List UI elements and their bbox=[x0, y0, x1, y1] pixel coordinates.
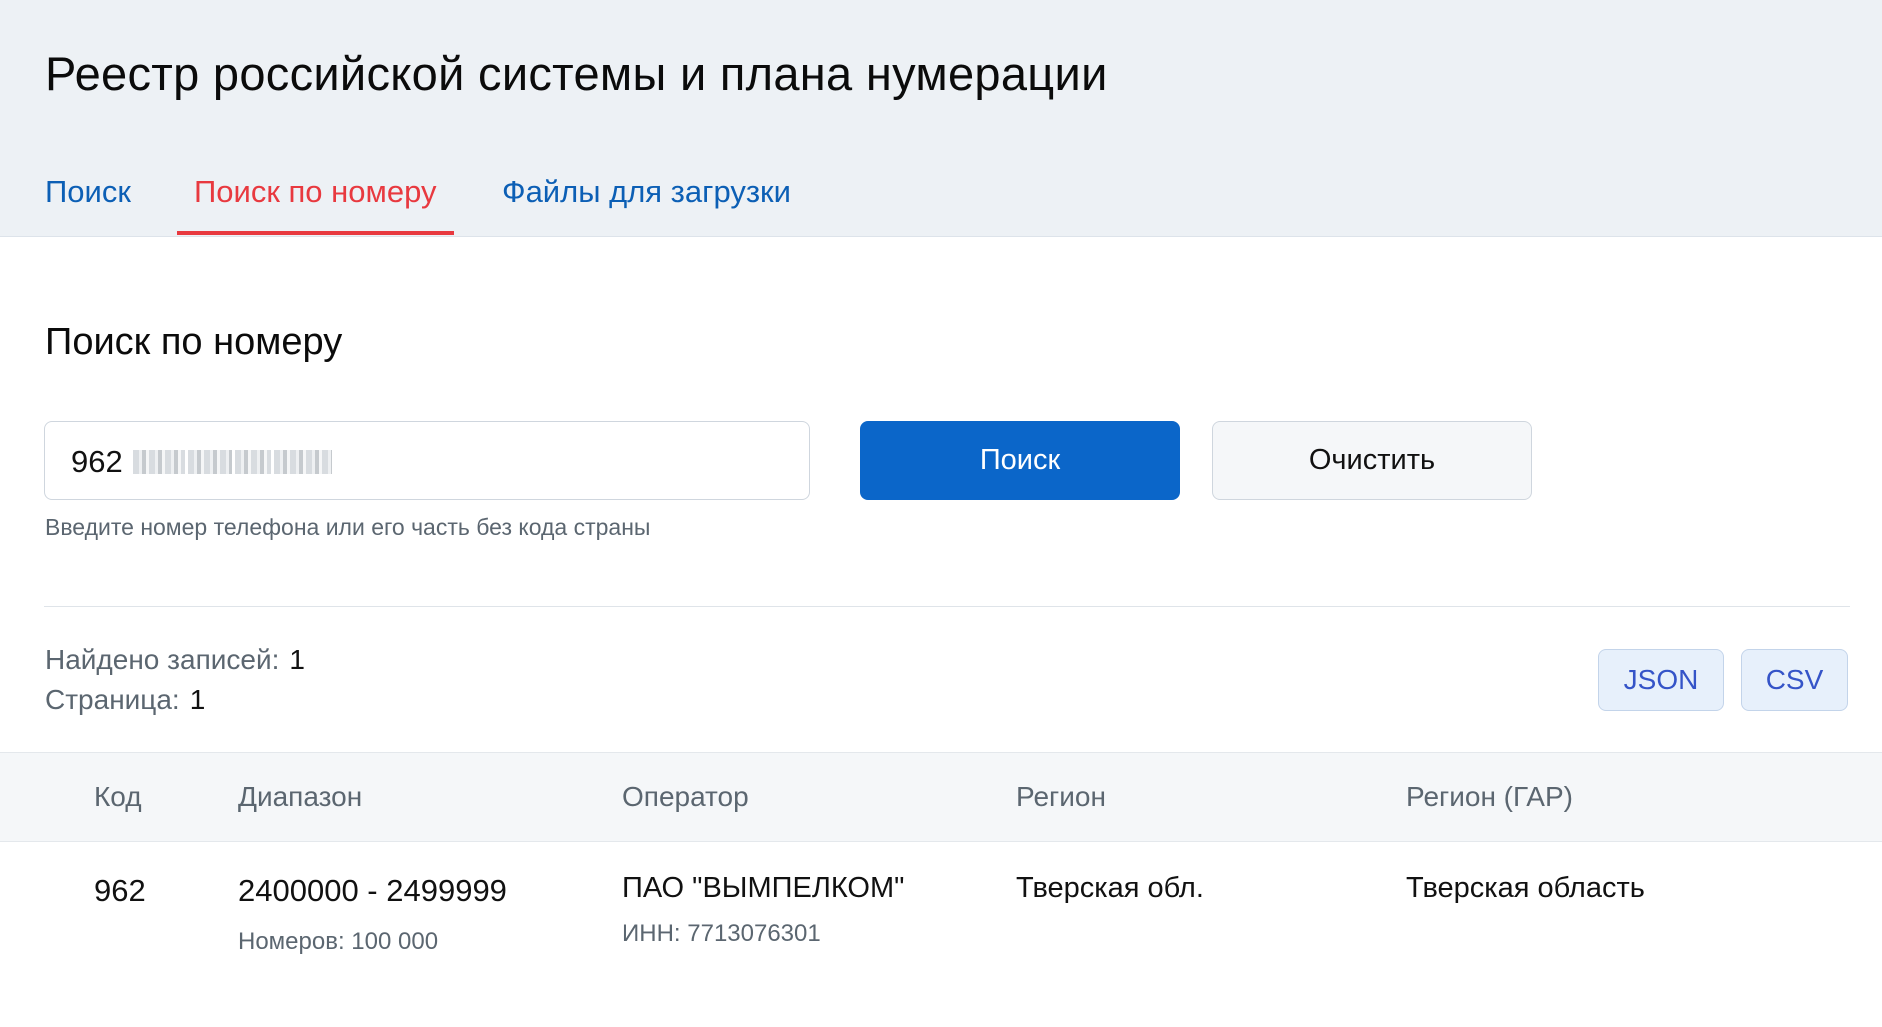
redacted-digits bbox=[133, 450, 335, 474]
search-button[interactable]: Поиск bbox=[860, 421, 1180, 500]
records-found: Найдено записей: 1 bbox=[45, 644, 305, 676]
export-csv-button[interactable]: CSV bbox=[1741, 649, 1848, 711]
cell-operator: ПАО "ВЫМПЕЛКОМ" bbox=[622, 872, 905, 904]
cell-code: 962 bbox=[94, 873, 146, 908]
divider bbox=[44, 606, 1850, 607]
cell-operator-inn: ИНН: 7713076301 bbox=[622, 920, 821, 947]
column-header-region-gar: Регион (ГАР) bbox=[1406, 781, 1573, 812]
phone-number-input[interactable]: 962 bbox=[44, 421, 810, 500]
cell-region: Тверская обл. bbox=[1016, 872, 1204, 904]
tab-download-files[interactable]: Файлы для загрузки bbox=[502, 174, 791, 210]
page-title: Реестр российской системы и плана нумера… bbox=[45, 47, 1108, 100]
records-found-value: 1 bbox=[289, 644, 305, 675]
column-header-operator: Оператор bbox=[622, 781, 749, 812]
tab-search[interactable]: Поиск bbox=[45, 174, 131, 210]
cell-range: 2400000 - 2499999 bbox=[238, 873, 507, 908]
table-header: Код Диапазон Оператор Регион Регион (ГАР… bbox=[0, 752, 1882, 842]
column-header-range: Диапазон bbox=[238, 781, 363, 812]
cell-range-count: Номеров: 100 000 bbox=[238, 928, 439, 955]
records-found-label: Найдено записей: bbox=[45, 644, 280, 675]
page-header: Реестр российской системы и плана нумера… bbox=[0, 0, 1882, 237]
page-label: Страница: bbox=[45, 684, 180, 715]
input-hint: Введите номер телефона или его часть без… bbox=[45, 514, 651, 540]
cell-region-gar: Тверская область bbox=[1406, 872, 1645, 904]
active-tab-indicator bbox=[177, 231, 454, 235]
section-title: Поиск по номеру bbox=[45, 321, 343, 363]
page-indicator: Страница: 1 bbox=[45, 684, 205, 716]
clear-button[interactable]: Очистить bbox=[1212, 421, 1532, 500]
column-header-region: Регион bbox=[1016, 781, 1106, 812]
export-json-button[interactable]: JSON bbox=[1598, 649, 1724, 711]
phone-input-value: 962 bbox=[71, 444, 123, 479]
column-header-code: Код bbox=[94, 781, 142, 812]
tab-search-by-number[interactable]: Поиск по номеру bbox=[194, 174, 436, 210]
page-value: 1 bbox=[189, 684, 206, 715]
